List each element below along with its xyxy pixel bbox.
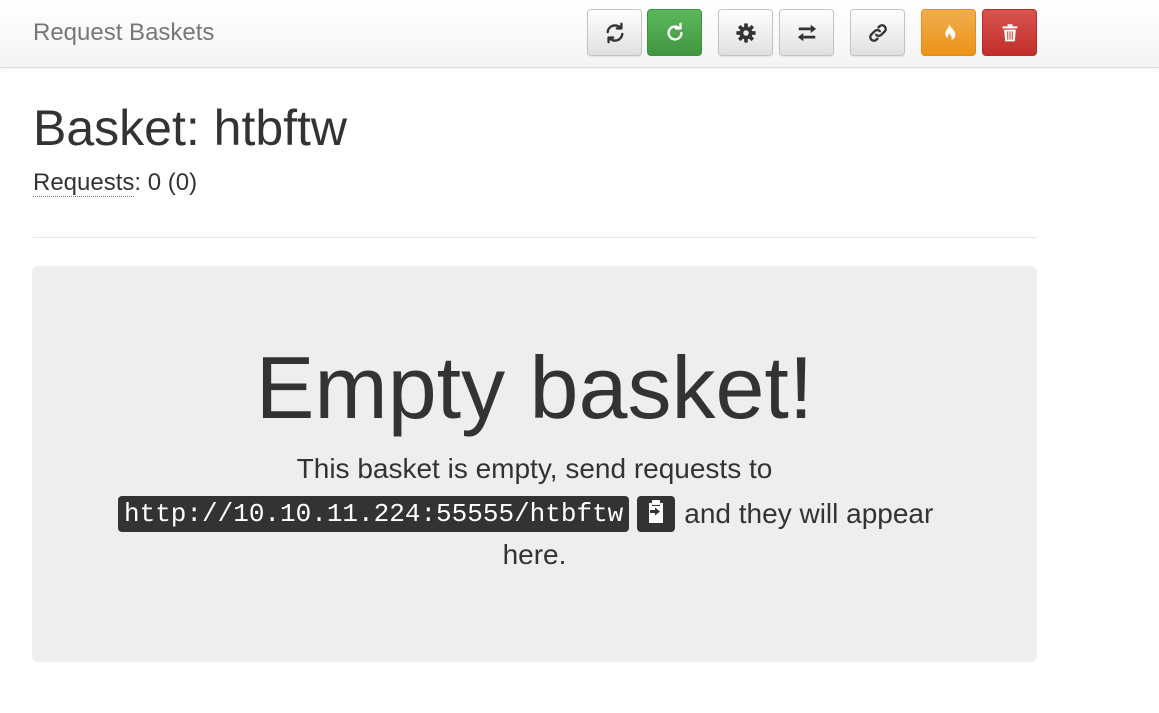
requests-count: : 0 (0) <box>134 169 198 196</box>
requests-label: Requests <box>33 169 135 197</box>
transfer-icon <box>795 22 819 44</box>
empty-basket-line3: here. <box>502 539 567 570</box>
settings-button[interactable] <box>718 9 773 56</box>
responses-button[interactable] <box>779 9 834 56</box>
empty-basket-line2: and they will appear <box>684 498 934 529</box>
requests-summary: Requests: 0 (0) <box>33 168 197 198</box>
refresh-button[interactable] <box>587 9 642 56</box>
auto-refresh-button[interactable] <box>647 9 702 56</box>
gear-icon <box>735 22 757 44</box>
trash-icon <box>1000 22 1020 44</box>
clipboard-icon <box>644 499 668 530</box>
link-icon <box>867 22 889 44</box>
share-link-button[interactable] <box>850 9 905 56</box>
refresh-icon <box>604 22 626 44</box>
basket-url-row: http://10.10.11.224:55555/htbftw and the… <box>118 496 933 532</box>
clear-requests-button[interactable] <box>921 9 976 56</box>
basket-url[interactable]: http://10.10.11.224:55555/htbftw <box>118 496 630 532</box>
empty-basket-line1: This basket is empty, send requests to <box>296 453 773 484</box>
page-title: Basket: htbftw <box>33 100 348 156</box>
fire-icon <box>938 22 960 44</box>
divider <box>33 237 1037 238</box>
copy-url-button[interactable] <box>637 496 676 532</box>
brand-title[interactable]: Request Baskets <box>33 19 214 47</box>
empty-basket-heading: Empty basket! <box>255 338 814 437</box>
redo-icon <box>664 22 686 44</box>
navbar: Request Baskets <box>0 0 1159 68</box>
delete-basket-button[interactable] <box>982 9 1037 56</box>
